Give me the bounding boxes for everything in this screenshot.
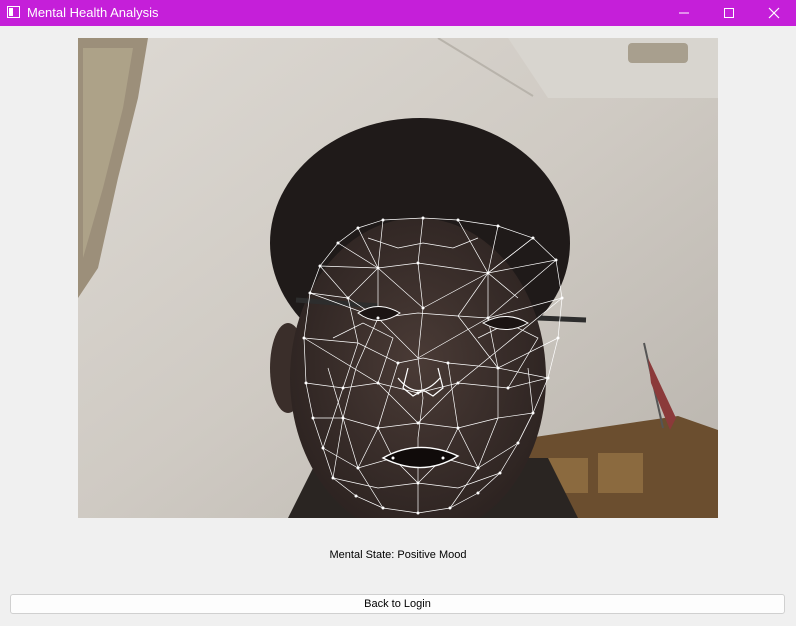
close-button[interactable]	[751, 0, 796, 26]
app-window: Mental Health Analysis Mental State: Pos…	[0, 0, 796, 626]
close-icon	[768, 7, 780, 19]
minimize-button[interactable]	[661, 0, 707, 26]
minimize-icon	[679, 12, 689, 14]
app-icon	[7, 6, 20, 18]
title-bar[interactable]: Mental Health Analysis	[0, 0, 796, 26]
mental-state-label: Mental State: Positive Mood	[329, 549, 467, 561]
back-to-login-button[interactable]: Back to Login	[10, 594, 785, 614]
maximize-icon	[724, 8, 734, 18]
maximize-button[interactable]	[706, 0, 752, 26]
window-title: Mental Health Analysis	[27, 5, 159, 20]
camera-feed	[78, 38, 718, 518]
camera-image	[78, 38, 718, 518]
